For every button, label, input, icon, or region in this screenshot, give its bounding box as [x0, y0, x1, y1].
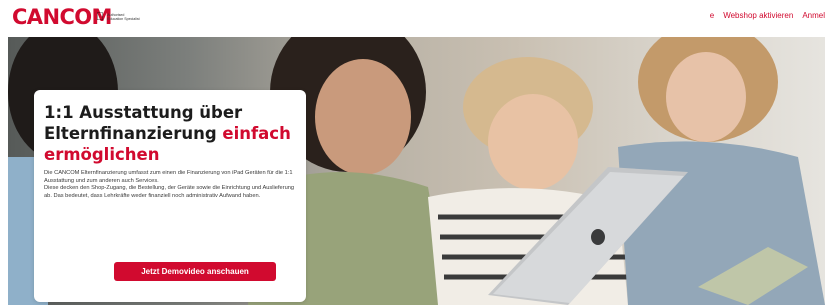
apple-partner-line2: Education Specialist — [99, 17, 139, 21]
hero-description-p2: Diese decken den Shop-Zugang, die Bestel… — [44, 185, 295, 199]
demo-video-button[interactable]: Jetzt Demovideo anschauen — [114, 262, 276, 281]
nav-item-truncated[interactable]: e — [710, 11, 714, 20]
hero-title: 1:1 Ausstattung über Elternfinanzierung … — [44, 102, 296, 165]
apple-partner-text: Authorised Education Specialist — [107, 13, 139, 21]
hero-description-p1: Die CANCOM Elternfinanzierung umfasst zu… — [44, 170, 293, 184]
boy-face — [488, 94, 578, 190]
hero-banner: 1:1 Ausstattung über Elternfinanzierung … — [8, 37, 825, 305]
hero-title-accent-inline: einfach — [222, 124, 291, 143]
apple-icon:  — [96, 11, 104, 23]
tablet-logo — [591, 229, 605, 245]
top-header: CANCOM  Authorised Education Specialist… — [0, 0, 825, 34]
girl-right-face — [666, 52, 746, 142]
hero-title-accent-line: ermöglichen — [44, 145, 160, 164]
hero-title-main: 1:1 Ausstattung über Elternfinanzierung — [44, 103, 243, 143]
hero-card: 1:1 Ausstattung über Elternfinanzierung … — [34, 90, 306, 302]
top-nav: e Webshop aktivieren Anmel — [710, 11, 825, 20]
nav-item-login[interactable]: Anmel — [802, 11, 825, 20]
girl-green-face — [315, 59, 411, 175]
hero-description: Die CANCOM Elternfinanzierung umfasst zu… — [44, 170, 296, 200]
nav-item-webshop-activate[interactable]: Webshop aktivieren — [723, 11, 793, 20]
apple-partner-badge:  Authorised Education Specialist — [96, 11, 140, 23]
